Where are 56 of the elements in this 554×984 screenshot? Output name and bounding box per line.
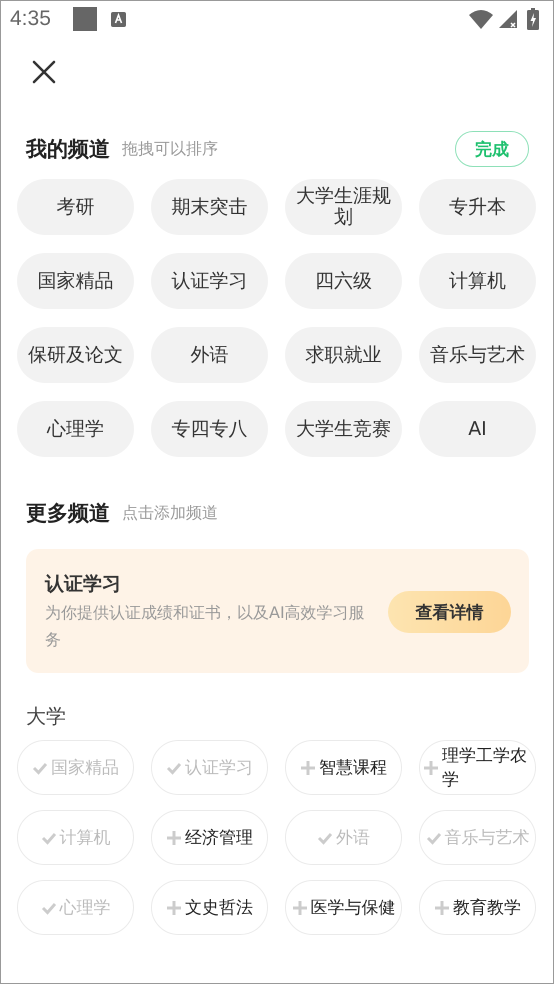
keyboard-icon bbox=[110, 12, 126, 26]
channel-chip[interactable]: 外语 bbox=[151, 327, 268, 383]
chip-label: 医学与保健 bbox=[310, 896, 396, 920]
chip-label: 外语 bbox=[336, 826, 370, 850]
channel-chip[interactable]: 保研及论文 bbox=[17, 327, 134, 383]
channel-chip[interactable]: 理学工学农学 bbox=[419, 740, 536, 795]
chip-label: 理学工学农学 bbox=[442, 744, 528, 792]
chip-label: 计算机 bbox=[60, 826, 110, 850]
chip-label: 教育教学 bbox=[453, 896, 521, 920]
notification-icon bbox=[72, 7, 97, 31]
chip-label: 智慧课程 bbox=[319, 756, 387, 780]
plus-icon bbox=[423, 760, 439, 776]
channel-chip[interactable]: AI bbox=[419, 401, 536, 457]
close-icon bbox=[32, 60, 56, 84]
channel-chip[interactable]: 专升本 bbox=[419, 179, 536, 235]
chip-label: 国家精品 bbox=[51, 756, 119, 780]
channel-chip[interactable]: 智慧课程 bbox=[285, 740, 402, 795]
channel-chip[interactable]: 大学生竞赛 bbox=[285, 401, 402, 457]
plus-icon bbox=[166, 900, 182, 916]
chip-label: 文史哲法 bbox=[185, 896, 253, 920]
section-hint: 拖拽可以排序 bbox=[122, 138, 218, 160]
channel-chip[interactable]: 期末突击 bbox=[151, 179, 268, 235]
chip-label: 经济管理 bbox=[185, 826, 253, 850]
channel-chip[interactable]: 心理学 bbox=[17, 401, 134, 457]
signal-icon bbox=[499, 10, 517, 28]
channel-chip[interactable]: 计算机 bbox=[419, 253, 536, 309]
channel-chip[interactable]: 医学与保健 bbox=[285, 880, 402, 935]
channel-chip[interactable]: 专四专八 bbox=[151, 401, 268, 457]
channel-chip[interactable]: 大学生涯规划 bbox=[285, 179, 402, 235]
section-title: 更多频道 bbox=[26, 500, 110, 527]
channel-chip[interactable]: 四六级 bbox=[285, 253, 402, 309]
close-button[interactable] bbox=[31, 59, 57, 85]
plus-icon bbox=[292, 900, 308, 916]
channel-chip[interactable]: 音乐与艺术 bbox=[419, 327, 536, 383]
group-title: 大学 bbox=[26, 703, 67, 730]
channel-chip[interactable]: 文史哲法 bbox=[151, 880, 268, 935]
plus-icon bbox=[434, 900, 450, 916]
details-button[interactable]: 查看详情 bbox=[388, 591, 511, 633]
channel-chip[interactable]: 认证学习 bbox=[151, 253, 268, 309]
plus-icon bbox=[300, 760, 316, 776]
section-title: 我的频道 bbox=[26, 136, 110, 163]
promo-title: 认证学习 bbox=[45, 572, 122, 597]
plus-icon bbox=[166, 830, 182, 846]
channel-chip[interactable]: 国家精品 bbox=[17, 253, 134, 309]
chip-label: 心理学 bbox=[60, 896, 110, 920]
wifi-icon bbox=[469, 9, 493, 29]
promo-description: 为你提供认证成绩和证书，以及AI高效学习服务 bbox=[45, 602, 365, 651]
channel-chip[interactable]: 考研 bbox=[17, 179, 134, 235]
clock: 4:35 bbox=[10, 7, 51, 31]
channel-chip[interactable]: 教育教学 bbox=[419, 880, 536, 935]
section-hint: 点击添加频道 bbox=[122, 502, 218, 524]
channel-chip[interactable]: 求职就业 bbox=[285, 327, 402, 383]
channel-chip[interactable]: 经济管理 bbox=[151, 810, 268, 865]
chip-label: 音乐与艺术 bbox=[444, 826, 530, 850]
chip-label: 认证学习 bbox=[185, 756, 253, 780]
battery-icon bbox=[527, 8, 539, 30]
